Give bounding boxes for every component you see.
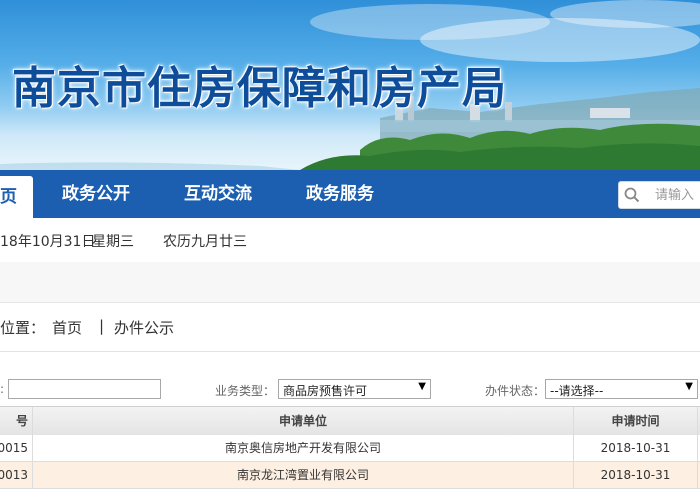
filter-row: : 业务类型： 商品房预售许可 ▼ 办件状态： --请选择-- ▼ [0, 372, 700, 402]
main-nav: 页 政务公开 互动交流 政务服务 [0, 170, 700, 218]
header-banner: 南京市住房保障和房产局 [0, 0, 700, 170]
table-row[interactable]: 0015 南京奥信房地产开发有限公司 2018-10-31 [0, 435, 700, 462]
row-date: 2018-10-31 [573, 462, 697, 488]
table-header: 号 申请单位 申请时间 办 [0, 406, 700, 436]
current-weekday: 星期三 [92, 234, 134, 250]
breadcrumb-prefix: 位置： [0, 319, 46, 337]
site-title: 南京市住房保障和房产局 [12, 63, 507, 114]
spacer-strip [0, 262, 700, 303]
business-type-value: 商品房预售许可 [283, 384, 368, 398]
filter-first-label: : [0, 382, 5, 396]
row-number: 0015 [0, 441, 28, 455]
dropdown-arrow-icon: ▼ [418, 381, 426, 392]
search-box [618, 181, 700, 209]
filter-first-input[interactable] [8, 379, 161, 399]
nav-item-interaction[interactable]: 互动交流 [184, 170, 252, 218]
row-date: 2018-10-31 [573, 435, 697, 461]
header-date: 申请时间 [573, 407, 697, 435]
row-applicant-link[interactable]: 南京奥信房地产开发有限公司 [32, 435, 573, 461]
nav-item-home[interactable]: 页 [0, 176, 33, 218]
nav-item-government-affairs[interactable]: 政务公开 [62, 170, 130, 218]
business-type-label: 业务类型： [215, 384, 276, 398]
breadcrumb-home-link[interactable]: 首页 [52, 317, 82, 338]
row-number: 0013 [0, 468, 28, 482]
header-number: 号 [15, 414, 28, 428]
business-type-select[interactable]: 商品房预售许可 ▼ [278, 379, 431, 399]
status-value: --请选择-- [550, 384, 604, 398]
search-icon[interactable] [624, 187, 640, 203]
table-row[interactable]: 0013 南京龙江湾置业有限公司 2018-10-31 [0, 462, 700, 489]
current-date: 18年10月31日 [0, 234, 96, 250]
breadcrumb-separator: | [99, 317, 105, 335]
status-label: 办件状态： [485, 384, 546, 398]
breadcrumb-current: 办件公示 [114, 319, 175, 337]
nav-item-services[interactable]: 政务服务 [306, 170, 374, 218]
breadcrumb: 位置： 首页 | 办件公示 [0, 303, 700, 352]
dropdown-arrow-icon: ▼ [685, 381, 693, 392]
row-applicant-link[interactable]: 南京龙江湾置业有限公司 [32, 462, 573, 488]
date-bar: 18年10月31日 星期三 农历九月廿三 [0, 218, 700, 263]
header-applicant: 申请单位 [32, 407, 573, 435]
search-input[interactable] [655, 182, 700, 208]
lunar-date: 农历九月廿三 [163, 234, 247, 250]
status-select[interactable]: --请选择-- ▼ [545, 379, 698, 399]
